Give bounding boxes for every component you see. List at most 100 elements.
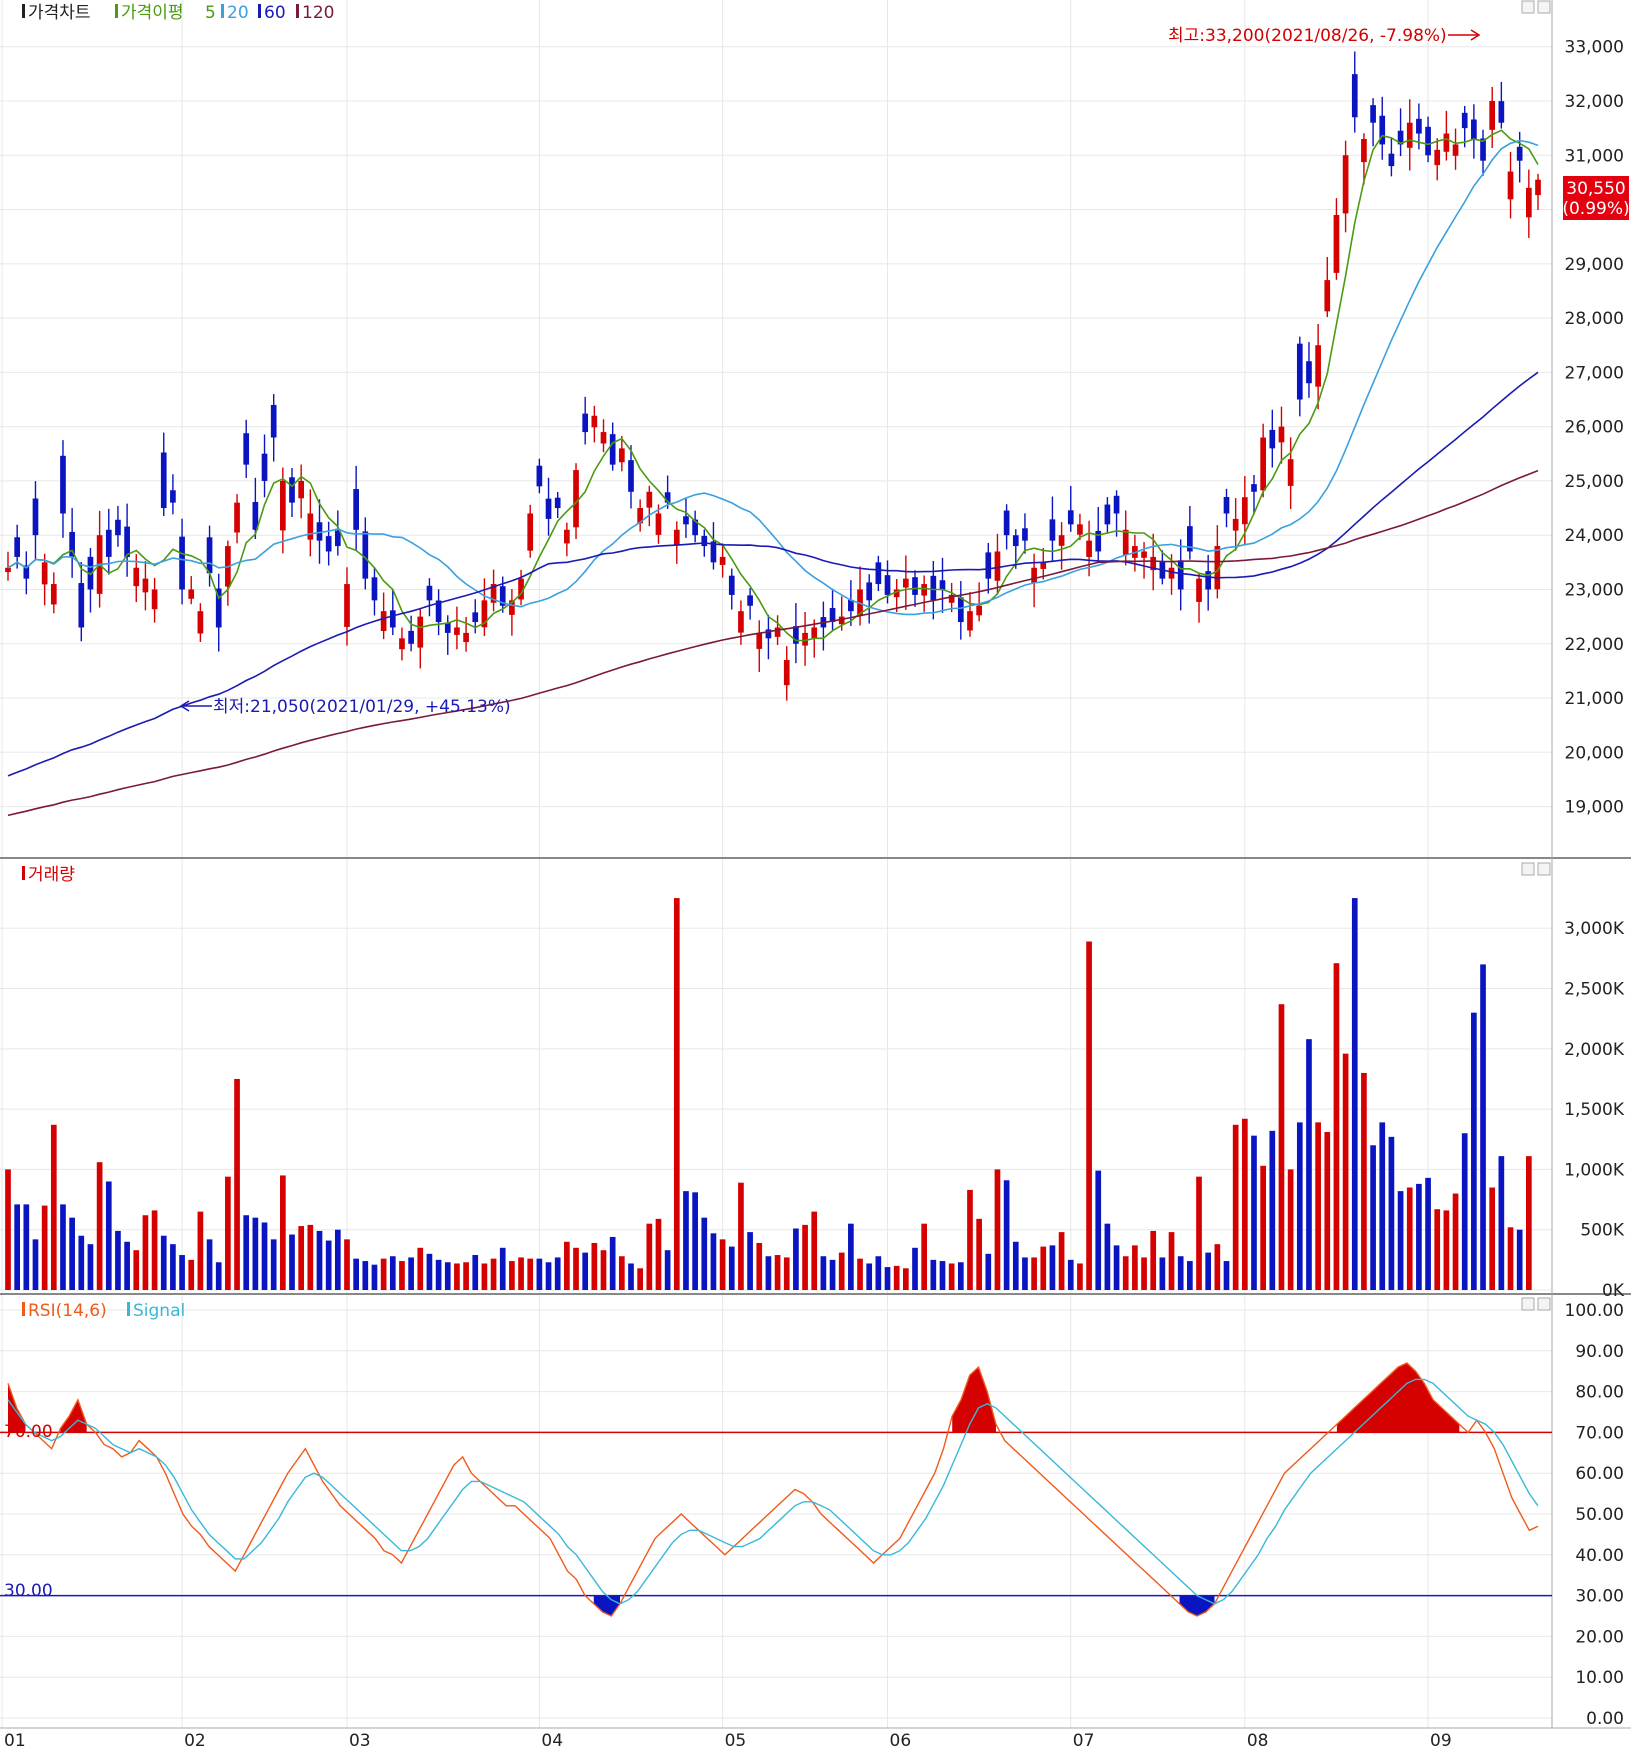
volume-bar bbox=[380, 1258, 387, 1290]
candle-body bbox=[270, 404, 277, 438]
candle-body bbox=[160, 452, 167, 509]
price-tick-label: 33,000 bbox=[1565, 38, 1624, 58]
volume-bar bbox=[1251, 1135, 1257, 1290]
candle-body bbox=[1443, 133, 1450, 152]
volume-bar bbox=[1040, 1246, 1047, 1290]
volume-bar bbox=[1461, 1133, 1468, 1290]
volume-bar bbox=[1471, 1012, 1477, 1290]
candle-body bbox=[133, 567, 140, 587]
candle-body bbox=[389, 610, 396, 628]
volume-bar bbox=[838, 1252, 845, 1290]
candle-body bbox=[1241, 497, 1248, 525]
price-tick-label: 23,000 bbox=[1565, 580, 1624, 600]
price-tick-label: 28,000 bbox=[1565, 309, 1624, 329]
candle-body bbox=[1452, 144, 1459, 156]
candle-body bbox=[609, 434, 616, 465]
price-legend-marker bbox=[22, 4, 25, 18]
candle-body bbox=[683, 516, 689, 525]
close-icon[interactable] bbox=[1537, 1297, 1551, 1311]
volume-bar bbox=[903, 1268, 909, 1290]
volume-bar bbox=[1223, 1261, 1230, 1290]
candle-body bbox=[591, 415, 598, 428]
volume-bar bbox=[618, 1256, 625, 1290]
volume-bar bbox=[857, 1258, 863, 1290]
rsi-tick-label: 90.00 bbox=[1575, 1342, 1624, 1362]
volume-bar bbox=[1443, 1210, 1450, 1290]
volume-bar bbox=[564, 1241, 570, 1290]
month-tick-label: 06 bbox=[890, 1731, 912, 1748]
candle-body bbox=[985, 552, 992, 579]
ma60-legend-marker bbox=[258, 4, 261, 18]
volume-bar bbox=[307, 1224, 314, 1290]
volume-bar bbox=[600, 1250, 607, 1290]
ma120-legend: 120 bbox=[302, 3, 334, 23]
volume-bar bbox=[170, 1244, 176, 1290]
volume-bar bbox=[673, 898, 680, 1290]
candle-body bbox=[1177, 560, 1184, 590]
minimize-icon[interactable] bbox=[1521, 1297, 1535, 1311]
volume-bar bbox=[1113, 1245, 1120, 1290]
volume-bar bbox=[435, 1259, 442, 1290]
rsi-lower-label: 30.00 bbox=[4, 1581, 53, 1601]
candle-body bbox=[344, 584, 350, 627]
price-tick-label: 22,000 bbox=[1565, 635, 1624, 655]
candle-body bbox=[994, 551, 1001, 581]
volume-bar bbox=[1150, 1230, 1157, 1290]
volume-bar bbox=[1489, 1187, 1496, 1290]
candle-body bbox=[188, 589, 195, 599]
candle-body bbox=[1351, 74, 1358, 118]
volume-bar bbox=[1361, 1072, 1367, 1290]
volume-bar bbox=[967, 1189, 973, 1290]
candle-body bbox=[1067, 510, 1074, 525]
volume-bar bbox=[628, 1263, 634, 1290]
volume-bar bbox=[683, 1191, 689, 1290]
volume-bar bbox=[1205, 1252, 1212, 1290]
volume-bar bbox=[848, 1223, 854, 1290]
candle-body bbox=[1049, 519, 1056, 541]
stock-chart[interactable]: 19,000 20,000 21,000 22,000 23,000 24,000 25,0… bbox=[0, 0, 1631, 1748]
signal-legend-marker bbox=[127, 1302, 130, 1316]
candle-body bbox=[1516, 146, 1523, 161]
volume-bar bbox=[1516, 1229, 1523, 1290]
volume-bar bbox=[1480, 964, 1486, 1290]
close-icon[interactable] bbox=[1537, 862, 1551, 876]
current-price-badge: 30,550 (0.99%) bbox=[1562, 176, 1630, 220]
candle-body bbox=[289, 477, 295, 503]
candle-body bbox=[564, 529, 570, 544]
rsi-legend-marker bbox=[22, 1302, 25, 1316]
candle-body bbox=[307, 513, 314, 540]
volume-bar bbox=[930, 1259, 937, 1290]
volume-bar bbox=[298, 1226, 305, 1290]
volume-bar bbox=[1406, 1187, 1413, 1290]
rsi-tick-label: 40.00 bbox=[1575, 1546, 1624, 1566]
minimize-icon[interactable] bbox=[1521, 862, 1535, 876]
candle-body bbox=[280, 480, 286, 531]
candle-body bbox=[738, 611, 744, 633]
volume-bar bbox=[206, 1239, 213, 1290]
volume-legend: 거래량 bbox=[28, 865, 75, 885]
candle-body bbox=[1388, 153, 1395, 167]
volume-bar bbox=[939, 1261, 946, 1290]
candle-body bbox=[142, 578, 149, 593]
candle-body bbox=[472, 612, 479, 623]
candle-body bbox=[124, 526, 130, 557]
price-tick-label: 29,000 bbox=[1565, 255, 1624, 275]
volume-bar bbox=[1315, 1122, 1321, 1290]
volume-bar bbox=[655, 1218, 662, 1290]
rsi-tick-label: 50.00 bbox=[1575, 1505, 1624, 1525]
rsi-tick-label: 0.00 bbox=[1586, 1709, 1624, 1729]
candle-body bbox=[1040, 562, 1047, 569]
volume-bar bbox=[1525, 1156, 1532, 1290]
volume-bar bbox=[1296, 1122, 1303, 1290]
candle-body bbox=[1086, 540, 1092, 557]
volume-bar bbox=[1333, 963, 1340, 1290]
ma60-legend: 60 bbox=[264, 3, 286, 23]
candle-body bbox=[1003, 510, 1010, 536]
candle-body bbox=[1168, 567, 1175, 579]
close-icon[interactable] bbox=[1537, 0, 1551, 14]
candle-body bbox=[41, 562, 48, 585]
candle-body bbox=[32, 498, 39, 536]
volume-bar bbox=[554, 1257, 561, 1290]
candle-body bbox=[325, 536, 332, 552]
minimize-icon[interactable] bbox=[1521, 0, 1535, 14]
